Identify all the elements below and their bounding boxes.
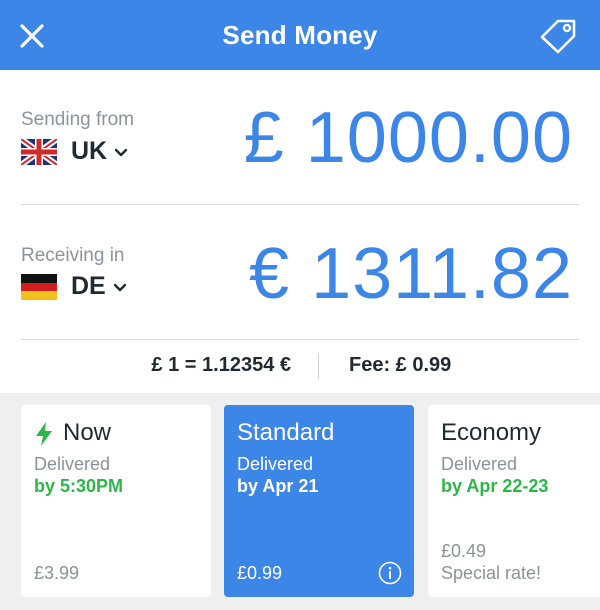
header-bar: Send Money xyxy=(0,0,600,70)
option-name: Economy xyxy=(441,419,542,446)
option-name: Standard xyxy=(237,419,335,446)
receiving-country-selector[interactable]: DE xyxy=(21,272,128,301)
option-price: £0.99 xyxy=(237,563,283,583)
sending-from-label: Sending from xyxy=(21,109,135,130)
sending-country-code: UK xyxy=(71,137,108,165)
exchange-rate: £ 1 = 1.12354 € xyxy=(151,354,291,376)
option-delivery-time: by Apr 22-23 xyxy=(441,476,549,496)
option-card-economy[interactable]: Economy Delivered by Apr 22-23 £0.49 Spe… xyxy=(428,405,600,597)
uk-flag-icon xyxy=(21,138,57,165)
option-delivered-label: Delivered xyxy=(34,454,111,474)
option-price: £3.99 xyxy=(34,563,80,583)
option-price: £0.49 xyxy=(441,541,487,561)
fee-text: Fee: £ 0.99 xyxy=(349,354,452,376)
tag-icon xyxy=(540,19,576,54)
option-card-standard[interactable]: Standard Delivered by Apr 21 £0.99 xyxy=(224,405,414,597)
info-icon xyxy=(378,561,402,585)
de-flag-icon xyxy=(21,273,57,300)
option-delivery-time: by 5:30PM xyxy=(34,476,124,496)
chevron-down-icon xyxy=(113,283,126,291)
receiving-in-label: Receiving in xyxy=(21,245,125,266)
receiving-country-code: DE xyxy=(71,272,106,300)
divider xyxy=(318,353,319,379)
divider xyxy=(21,204,579,205)
page-title: Send Money xyxy=(222,20,378,50)
delivery-options: Now Delivered by 5:30PM £3.99 Standard D… xyxy=(0,393,600,610)
option-delivered-label: Delivered xyxy=(237,454,314,474)
send-amount-input[interactable]: £ 1000.00 xyxy=(244,97,573,179)
chevron-down-icon xyxy=(114,148,128,156)
option-name: Now xyxy=(63,419,112,446)
option-delivered-label: Delivered xyxy=(441,454,518,474)
sending-country-selector[interactable]: UK xyxy=(21,137,129,166)
info-button[interactable] xyxy=(378,561,402,585)
lightning-icon xyxy=(36,422,52,446)
option-delivery-time: by Apr 21 xyxy=(237,476,319,496)
option-note: Special rate! xyxy=(441,563,542,583)
rate-row: £ 1 = 1.12354 € Fee: £ 0.99 xyxy=(0,351,600,381)
divider xyxy=(21,339,579,340)
promo-tag-button[interactable] xyxy=(538,17,580,55)
option-card-now[interactable]: Now Delivered by 5:30PM £3.99 xyxy=(21,405,211,597)
receive-amount-input[interactable]: € 1311.82 xyxy=(249,233,573,315)
